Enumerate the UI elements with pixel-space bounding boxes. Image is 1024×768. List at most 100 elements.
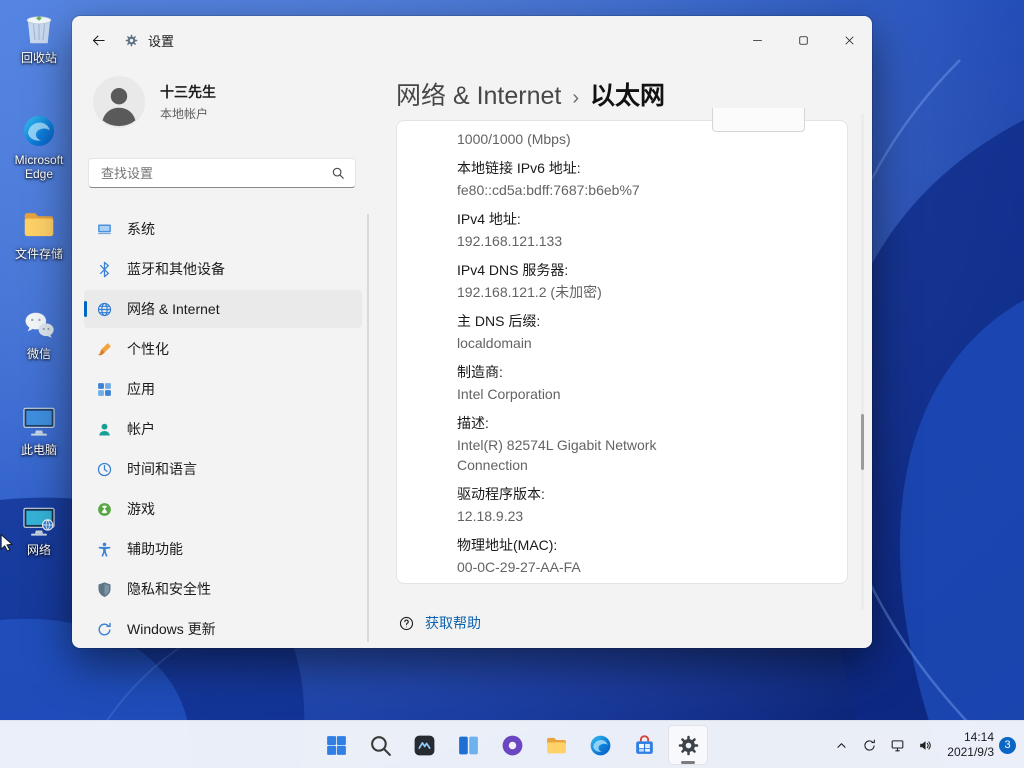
search-input[interactable] <box>89 166 331 181</box>
sidebar: 十三先生 本地帐户 系统 蓝牙和其他设备 网络 & Internet 个性化 应… <box>72 64 372 648</box>
partial-edit-button[interactable] <box>712 108 805 132</box>
sidebar-item-windows-update[interactable]: Windows 更新 <box>84 610 362 648</box>
scrollbar-thumb[interactable] <box>861 414 864 470</box>
start-button[interactable] <box>316 725 356 765</box>
edge-button[interactable] <box>580 725 620 765</box>
accessibility-icon <box>96 541 113 558</box>
property-row: 1000/1000 (Mbps) <box>457 129 827 149</box>
search-box <box>88 158 356 188</box>
sidebar-item-label: 游戏 <box>127 499 155 519</box>
sidebar-item-apps[interactable]: 应用 <box>84 370 362 408</box>
breadcrumb-parent[interactable]: 网络 & Internet <box>396 76 561 112</box>
property-value: 192.168.121.133 <box>457 231 697 251</box>
desktop-icon-file-storage[interactable]: 文件存储 <box>2 206 76 261</box>
sidebar-item-personalization[interactable]: 个性化 <box>84 330 362 368</box>
maximize-button[interactable] <box>780 16 826 64</box>
sidebar-item-gaming[interactable]: 游戏 <box>84 490 362 528</box>
titlebar: 设置 <box>72 16 872 64</box>
close-button[interactable] <box>826 16 872 64</box>
tray-sync-button[interactable] <box>855 725 883 765</box>
user-profile[interactable]: 十三先生 本地帐户 <box>92 74 216 130</box>
back-button[interactable] <box>80 25 116 55</box>
gear-icon <box>676 733 701 758</box>
store-button[interactable] <box>624 725 664 765</box>
store-icon <box>632 733 657 758</box>
desktop-icon-label: 网络 <box>27 543 51 557</box>
sidebar-item-label: Windows 更新 <box>127 619 216 639</box>
shield-icon <box>96 581 113 598</box>
search-icon <box>331 166 345 180</box>
desktop-icon-wechat[interactable]: 微信 <box>2 306 76 361</box>
folder-icon <box>544 733 569 758</box>
property-value: Intel Corporation <box>457 384 697 404</box>
dark-app-icon <box>412 733 437 758</box>
sidebar-item-accounts[interactable]: 帐户 <box>84 410 362 448</box>
sidebar-item-accessibility[interactable]: 辅助功能 <box>84 530 362 568</box>
sidebar-menu: 系统 蓝牙和其他设备 网络 & Internet 个性化 应用 帐户 时间和语言… <box>84 210 362 648</box>
get-help-link[interactable]: 获取帮助 <box>425 613 481 633</box>
user-account-type: 本地帐户 <box>160 105 216 122</box>
window-controls <box>734 16 872 64</box>
folder-icon <box>20 206 58 244</box>
property-value: 1000/1000 (Mbps) <box>457 129 697 149</box>
desktop-icon-edge[interactable]: Microsoft Edge <box>2 112 76 181</box>
sidebar-item-time-language[interactable]: 时间和语言 <box>84 450 362 488</box>
sidebar-item-label: 个性化 <box>127 339 169 359</box>
avatar <box>92 75 146 129</box>
property-label: 本地链接 IPv6 地址: <box>457 156 827 180</box>
recycle-bin-icon <box>20 10 58 48</box>
settings-app-gear-icon <box>124 33 139 48</box>
sidebar-item-label: 帐户 <box>127 419 155 439</box>
taskbar-app-1-button[interactable] <box>404 725 444 765</box>
help-row: 获取帮助 <box>398 613 481 633</box>
window-title: 设置 <box>148 31 174 50</box>
taskbar-app-3-button[interactable] <box>492 725 532 765</box>
active-app-indicator <box>681 761 695 764</box>
personalization-icon <box>96 341 113 358</box>
property-label: IPv4 DNS 服务器: <box>457 258 827 282</box>
tray-chevron-button[interactable] <box>827 725 855 765</box>
desktop-icon-recycle-bin[interactable]: 回收站 <box>2 10 76 65</box>
sidebar-scrollbar[interactable] <box>367 214 369 642</box>
breadcrumb: 网络 & Internet › 以太网 <box>396 76 665 112</box>
sync-arrow-icon <box>861 737 878 754</box>
sidebar-item-network[interactable]: 网络 & Internet <box>84 290 362 328</box>
desktop-icon-this-pc[interactable]: 此电脑 <box>2 402 76 457</box>
sidebar-item-bluetooth[interactable]: 蓝牙和其他设备 <box>84 250 362 288</box>
edge-icon <box>588 733 613 758</box>
sidebar-item-label: 辅助功能 <box>127 539 183 559</box>
property-row: IPv4 DNS 服务器: 192.168.121.2 (未加密) <box>457 258 827 302</box>
property-row: 描述: Intel(R) 82574L Gigabit Network Conn… <box>457 411 827 475</box>
desktop-icon-label: 回收站 <box>21 51 57 65</box>
scrollbar-track[interactable] <box>861 114 864 610</box>
bluetooth-icon <box>96 261 113 278</box>
sidebar-item-label: 网络 & Internet <box>127 299 220 319</box>
taskbar-clock[interactable]: 14:14 2021/9/3 <box>947 730 994 760</box>
tray-network-button[interactable] <box>883 725 911 765</box>
network-icon <box>889 737 906 754</box>
settings-window: 设置 十三先生 本地帐户 系统 蓝牙和其他设备 <box>72 16 872 648</box>
sidebar-item-system[interactable]: 系统 <box>84 210 362 248</box>
settings-button[interactable] <box>668 725 708 765</box>
search-button[interactable] <box>360 725 400 765</box>
tray-volume-button[interactable] <box>911 725 939 765</box>
taskbar: 14:14 2021/9/3 3 <box>0 720 1024 768</box>
laptop-icon <box>96 221 113 238</box>
desktop-icon-label: 文件存储 <box>15 247 63 261</box>
file-explorer-button[interactable] <box>536 725 576 765</box>
minimize-button[interactable] <box>734 16 780 64</box>
property-value: 00-0C-29-27-AA-FA <box>457 557 697 577</box>
property-row: 本地链接 IPv6 地址: fe80::cd5a:bdff:7687:b6eb%… <box>457 156 827 200</box>
sidebar-item-label: 系统 <box>127 219 155 239</box>
property-value: fe80::cd5a:bdff:7687:b6eb%7 <box>457 180 697 200</box>
user-name: 十三先生 <box>160 82 216 102</box>
desktop-icon-label: Microsoft Edge <box>2 153 76 181</box>
property-value: 192.168.121.2 (未加密) <box>457 282 697 302</box>
property-row: 主 DNS 后缀: localdomain <box>457 309 827 353</box>
taskbar-app-2-button[interactable] <box>448 725 488 765</box>
notification-badge[interactable]: 3 <box>999 737 1016 754</box>
clock-time: 14:14 <box>947 730 994 745</box>
person-icon <box>96 421 113 438</box>
sidebar-item-privacy[interactable]: 隐私和安全性 <box>84 570 362 608</box>
sidebar-item-label: 时间和语言 <box>127 459 197 479</box>
